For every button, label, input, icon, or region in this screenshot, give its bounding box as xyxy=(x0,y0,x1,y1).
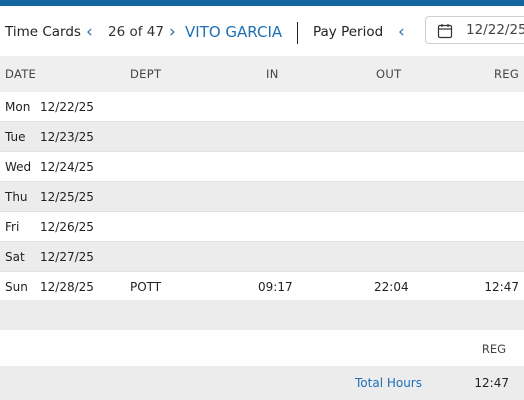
row-in: 09:17 xyxy=(258,280,293,294)
table-row[interactable]: Mon 12/22/25 xyxy=(0,92,524,122)
column-header-date[interactable]: DATE xyxy=(5,56,36,92)
row-date: 12/26/25 xyxy=(40,220,94,234)
row-day: Fri xyxy=(5,220,20,234)
row-day: Wed xyxy=(5,160,32,174)
table-row[interactable]: Tue 12/23/25 xyxy=(0,122,524,152)
column-header-in[interactable]: IN xyxy=(266,56,279,92)
row-dept: POTT xyxy=(130,280,162,294)
next-employee-chevron-right-icon[interactable]: › xyxy=(169,6,176,56)
row-date: 12/25/25 xyxy=(40,190,94,204)
table-row[interactable]: Sun 12/28/25 POTT 09:17 22:04 12:47 xyxy=(0,272,524,302)
record-counter: 26 of 47 xyxy=(108,24,164,40)
summary-reg-label: REG xyxy=(481,342,506,356)
calendar-icon xyxy=(437,24,453,39)
pay-period-date-picker[interactable]: 12/22/25 xyxy=(425,16,524,44)
timecard-header: Time Cards ‹ 26 of 47 › VITO GARCIA Pay … xyxy=(0,6,524,56)
total-hours-row: Total Hours 12:47 xyxy=(0,366,524,400)
table-row[interactable]: Thu 12/25/25 xyxy=(0,182,524,212)
row-day: Tue xyxy=(5,130,26,144)
column-header-out[interactable]: OUT xyxy=(376,56,401,92)
table-header: DATE DEPT IN OUT REG xyxy=(0,56,524,92)
row-date: 12/22/25 xyxy=(40,100,94,114)
table-row[interactable]: Sat 12/27/25 xyxy=(0,242,524,272)
row-date: 12/28/25 xyxy=(40,280,94,294)
previous-employee-chevron-left-icon[interactable]: ‹ xyxy=(86,6,93,56)
row-day: Sat xyxy=(5,250,25,264)
row-out: 22:04 xyxy=(374,280,409,294)
row-day: Thu xyxy=(5,190,28,204)
table-row[interactable]: Wed 12/24/25 xyxy=(0,152,524,182)
row-day: Sun xyxy=(5,280,28,294)
column-header-reg[interactable]: REG xyxy=(494,56,519,92)
row-date: 12/23/25 xyxy=(40,130,94,144)
summary-header: REG xyxy=(0,331,524,367)
row-date: 12/27/25 xyxy=(40,250,94,264)
header-divider xyxy=(297,22,298,44)
page-title: Time Cards xyxy=(5,24,81,40)
employee-name-link[interactable]: VITO GARCIA xyxy=(185,6,282,56)
total-hours-value: 12:47 xyxy=(474,376,509,390)
pay-period-date-value: 12/22/25 xyxy=(466,22,524,38)
pay-period-label: Pay Period xyxy=(313,24,384,40)
row-date: 12/24/25 xyxy=(40,160,94,174)
previous-period-chevron-left-icon[interactable]: ‹ xyxy=(398,6,405,56)
row-reg: 12:47 xyxy=(484,280,519,294)
table-row[interactable]: Fri 12/26/25 xyxy=(0,212,524,242)
row-day: Mon xyxy=(5,100,31,114)
total-hours-label: Total Hours xyxy=(355,376,422,390)
table-footer-spacer xyxy=(0,300,524,330)
column-header-dept[interactable]: DEPT xyxy=(130,56,161,92)
